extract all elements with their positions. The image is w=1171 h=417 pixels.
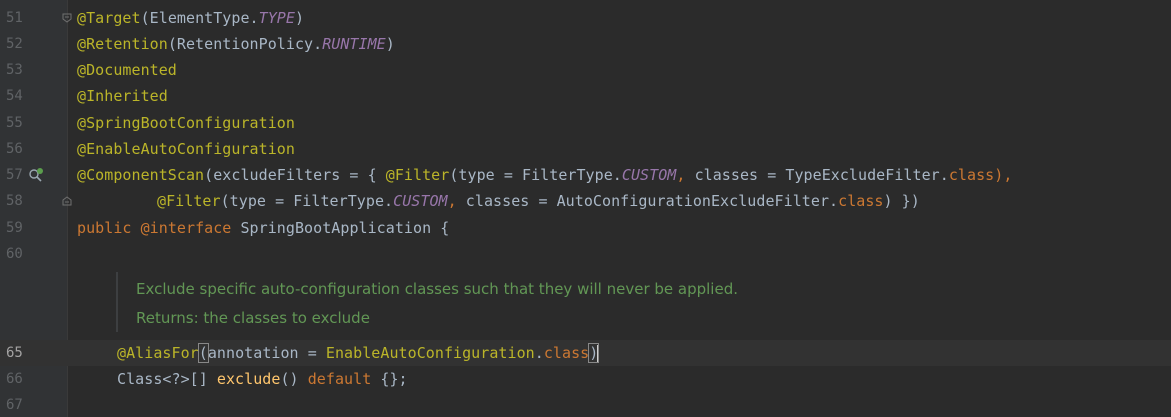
line-number: 59 [6,220,23,236]
rendered-doc-comment[interactable]: Exclude specific auto-configuration clas… [116,272,1118,332]
code-line-58[interactable]: 58 @Filter(type = FilterType.CUSTOM, cla… [0,188,1171,214]
line-number: 52 [6,36,23,52]
fold-marker-icon[interactable] [62,13,72,23]
code-line-53[interactable]: 53 @Documented [0,57,1171,83]
line-number: 55 [6,115,23,131]
code-text[interactable]: @Inherited [77,83,168,109]
line-number: 65 [6,345,23,361]
code-text[interactable]: @Retention(RetentionPolicy.RUNTIME) [77,31,395,57]
line-number: 56 [6,141,23,157]
code-text[interactable]: @AliasFor(annotation = EnableAutoConfigu… [117,340,600,366]
code-text[interactable]: @EnableAutoConfiguration [77,136,295,162]
code-text[interactable]: @ComponentScan(excludeFilters = { @Filte… [77,162,1012,188]
code-text[interactable]: Class<?>[] exclude() default {}; [117,366,408,392]
code-line-55[interactable]: 55 @SpringBootConfiguration [0,110,1171,136]
code-text[interactable]: @Documented [77,57,177,83]
line-number: 53 [6,62,23,78]
spring-bean-search-icon[interactable] [28,167,44,183]
line-number: 66 [6,371,23,387]
code-line-57[interactable]: 57 @ComponentScan(excludeFilters = { @Fi… [0,162,1171,188]
code-line-54[interactable]: 54 @Inherited [0,83,1171,109]
code-line-52[interactable]: 52 @Retention(RetentionPolicy.RUNTIME) [0,31,1171,57]
code-line-67[interactable]: 67 [0,392,1171,417]
doc-comment-returns: Returns: the classes to exclude [136,309,370,327]
code-text[interactable]: @SpringBootConfiguration [77,110,295,136]
text-caret [597,344,600,363]
code-editor[interactable]: 51 @Target(ElementType.TYPE) 52 @Retenti… [0,0,1171,417]
code-text[interactable]: @Filter(type = FilterType.CUSTOM, classe… [157,188,920,214]
line-number: 67 [6,397,23,413]
code-line-59[interactable]: 59 public @interface SpringBootApplicati… [0,215,1171,241]
code-line-66[interactable]: 66 Class<?>[] exclude() default {}; [0,366,1171,392]
code-text[interactable]: @Target(ElementType.TYPE) [77,5,304,31]
line-number: 58 [6,193,23,209]
doc-comment-description: Exclude specific auto-configuration clas… [136,280,738,298]
line-number: 51 [6,10,23,26]
line-number: 60 [6,246,23,262]
code-line-56[interactable]: 56 @EnableAutoConfiguration [0,136,1171,162]
code-text[interactable]: public @interface SpringBootApplication … [77,215,449,241]
line-number: 54 [6,88,23,104]
code-line-65[interactable]: 65 @AliasFor(annotation = EnableAutoConf… [0,340,1171,366]
code-line-51[interactable]: 51 @Target(ElementType.TYPE) [0,5,1171,31]
code-line-60[interactable]: 60 [0,241,1171,267]
fold-marker-icon[interactable] [62,196,72,206]
